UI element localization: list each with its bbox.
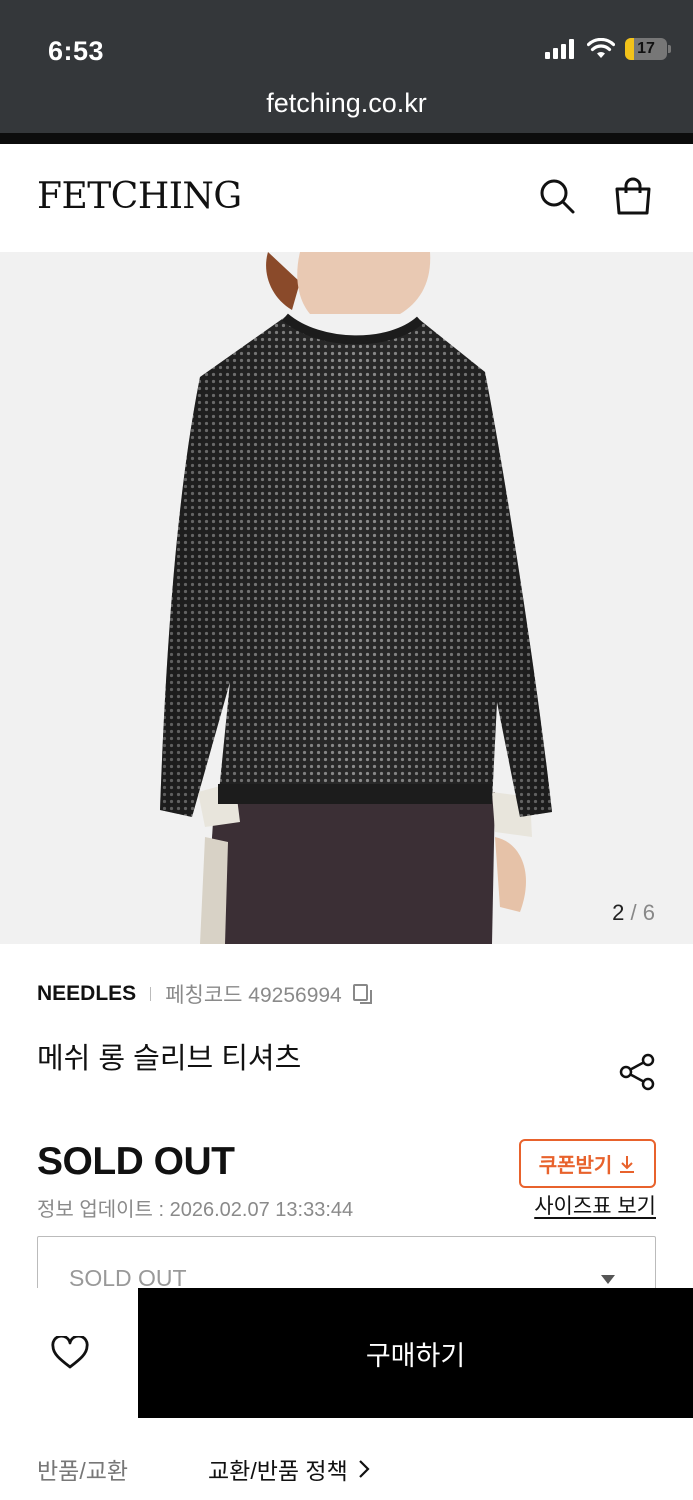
address-bar-url[interactable]: fetching.co.kr xyxy=(0,88,693,119)
return-policy-row: 반품/교환 교환/반품 정책 xyxy=(0,1418,693,1500)
image-counter-total: 6 xyxy=(642,900,655,925)
battery-level: 17 xyxy=(637,40,655,57)
buy-button[interactable]: 구매하기 xyxy=(138,1288,693,1418)
info-updated-time: 정보 업데이트 : 2026.02.07 13:33:44 xyxy=(37,1199,354,1221)
share-button[interactable] xyxy=(618,1052,658,1092)
download-icon xyxy=(620,1155,635,1173)
purchase-bar: 구매하기 xyxy=(0,1288,693,1418)
brand-separator xyxy=(150,987,152,1001)
size-chart-link[interactable]: 사이즈표 보기 xyxy=(534,1190,656,1220)
site-header: FETCHING xyxy=(0,144,693,252)
price-status: SOLD OUT xyxy=(37,1140,235,1183)
battery-icon: 17 xyxy=(625,38,667,60)
cellular-signal-icon xyxy=(545,39,574,59)
product-name: 메쉬 롱 슬리브 티셔츠 xyxy=(37,1043,302,1075)
return-policy-link[interactable]: 교환/반품 정책 xyxy=(208,1452,370,1486)
image-counter-current: 2 xyxy=(612,900,625,925)
site-logo[interactable]: FETCHING xyxy=(37,176,242,217)
heart-icon xyxy=(51,1336,89,1369)
fetching-code: 페칭코드 49256994 xyxy=(165,984,342,1007)
shopping-bag-icon xyxy=(615,177,651,215)
wifi-icon xyxy=(587,38,615,58)
product-image[interactable]: 2 / 6 xyxy=(0,252,693,944)
status-time: 6:53 xyxy=(48,36,105,66)
coupon-button-label: 쿠폰받기 xyxy=(538,1155,613,1177)
product-photo-shirt xyxy=(160,252,552,944)
browser-chrome: 6:53 17 fetching.co.kr xyxy=(0,0,693,133)
return-policy-label: 반품/교환 xyxy=(37,1458,129,1484)
return-policy-link-label: 교환/반품 정책 xyxy=(208,1458,348,1484)
search-button[interactable] xyxy=(535,174,579,218)
copy-code-button[interactable] xyxy=(352,983,374,1005)
search-icon xyxy=(540,179,575,214)
brand-row: NEEDLES 페칭코드 49256994 xyxy=(37,979,374,1009)
status-icons: 17 xyxy=(545,38,671,60)
image-counter-separator: / xyxy=(624,900,643,925)
chevron-down-icon xyxy=(601,1275,615,1284)
shopping-bag-button[interactable] xyxy=(611,174,655,218)
coupon-button[interactable]: 쿠폰받기 xyxy=(519,1139,656,1188)
share-icon xyxy=(619,1053,655,1091)
brand-name[interactable]: NEEDLES xyxy=(37,982,136,1006)
wishlist-button[interactable] xyxy=(40,1328,100,1378)
chrome-divider xyxy=(0,133,693,144)
copy-icon xyxy=(352,984,372,1004)
image-counter: 2 / 6 xyxy=(612,900,655,926)
chevron-right-icon xyxy=(358,1460,370,1478)
